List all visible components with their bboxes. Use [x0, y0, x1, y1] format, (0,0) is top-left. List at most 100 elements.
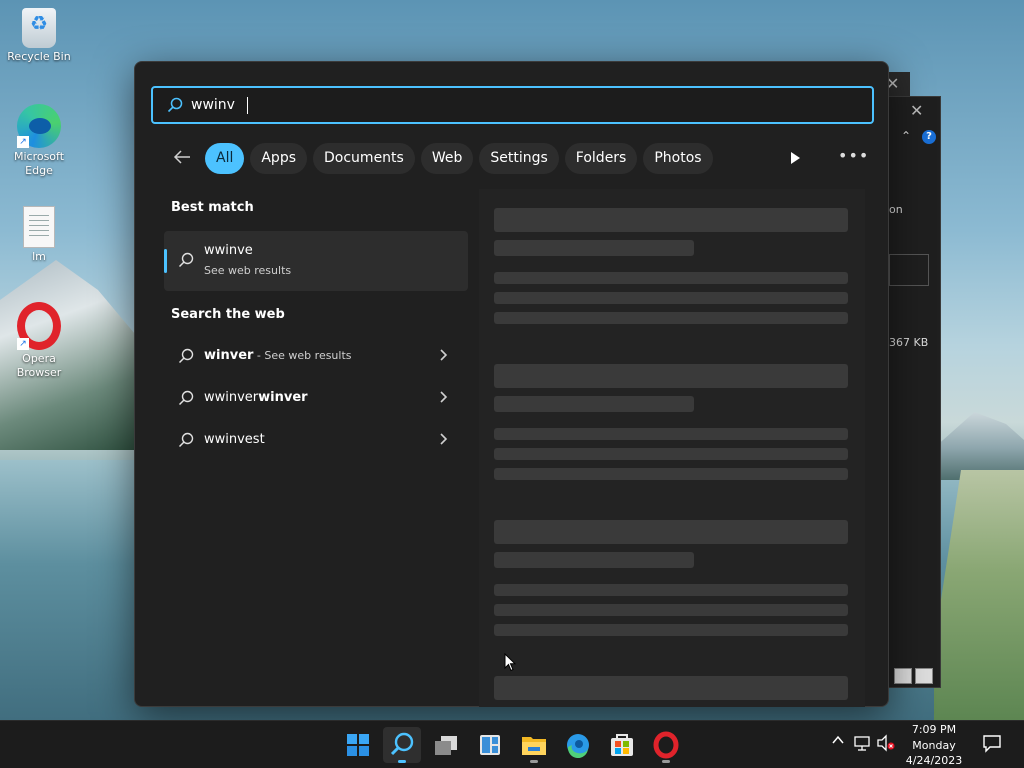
text-caret [247, 97, 248, 114]
preview-view-icon[interactable] [915, 668, 933, 684]
loading-placeholder [494, 468, 848, 480]
chevron-up-icon[interactable] [831, 733, 845, 751]
opera-icon: ↗ [17, 302, 61, 350]
running-indicator [662, 760, 670, 763]
close-icon[interactable]: ✕ [910, 101, 923, 120]
search-filters: All Apps Documents Web Settings Folders … [205, 143, 713, 174]
desktop-icon-opera[interactable]: ↗ Opera Browser [4, 302, 74, 380]
text-file-icon [23, 206, 55, 248]
loading-placeholder [494, 604, 848, 616]
background-explorer-window[interactable] [885, 96, 941, 688]
chevron-right-icon [440, 391, 448, 403]
edge-icon: ↗ [17, 104, 61, 148]
web-suggestion-wwinverwinver[interactable]: wwinverwinver [164, 378, 468, 418]
loading-placeholder [494, 292, 848, 304]
loading-placeholder [494, 552, 694, 568]
search-icon [178, 348, 194, 364]
more-options-icon[interactable]: ••• [838, 146, 869, 165]
search-icon [178, 432, 194, 448]
background-window-label: on [889, 203, 903, 216]
search-icon [178, 390, 194, 406]
taskbar: 7:09 PM Monday 4/24/2023 [0, 720, 1024, 768]
desktop-icon-lm[interactable]: lm [4, 206, 74, 264]
search-icon [167, 97, 183, 113]
desktop-icon-label: Microsoft Edge [13, 150, 65, 177]
file-size-text: 367 KB [889, 336, 929, 349]
play-icon[interactable] [787, 150, 803, 166]
filter-settings[interactable]: Settings [479, 143, 559, 174]
background-window-field[interactable] [889, 254, 929, 286]
desktop-icon-recycle-bin[interactable]: Recycle Bin [4, 8, 74, 64]
opera-taskbar-button[interactable] [647, 727, 685, 763]
best-match-item[interactable]: wwinve See web results [164, 231, 468, 291]
clock-date: 4/24/2023 [905, 754, 963, 767]
chevron-right-icon [440, 433, 448, 445]
filter-all[interactable]: All [205, 143, 245, 174]
edge-taskbar-button[interactable] [559, 727, 597, 763]
active-indicator [398, 760, 406, 763]
selection-indicator [164, 249, 167, 273]
best-match-subtitle: See web results [204, 264, 292, 277]
loading-placeholder [494, 240, 694, 256]
loading-placeholder [494, 584, 848, 596]
search-input[interactable] [191, 94, 841, 116]
shortcut-arrow-icon: ↗ [17, 338, 29, 350]
notification-icon[interactable] [982, 733, 1002, 757]
desktop-icon-label: lm [32, 250, 46, 263]
search-icon [390, 732, 414, 756]
desktop-icon-label: Recycle Bin [7, 50, 71, 63]
loading-placeholder [494, 208, 848, 232]
filter-folders[interactable]: Folders [564, 143, 638, 174]
web-suggestion-text: wwinverwinver [204, 390, 308, 405]
wallpaper-mountain-right [934, 412, 1024, 480]
web-suggestion-winver[interactable]: winver - See web results [164, 336, 468, 376]
task-view-icon [435, 736, 457, 755]
help-icon[interactable]: ? [922, 130, 936, 144]
clock-day: Monday [912, 738, 956, 752]
loading-placeholder [494, 364, 848, 388]
store-icon [611, 734, 633, 756]
best-match-heading: Best match [171, 200, 254, 215]
filter-documents[interactable]: Documents [313, 143, 415, 174]
details-view-icon[interactable] [894, 668, 912, 684]
filter-web[interactable]: Web [420, 143, 474, 174]
search-box[interactable] [151, 86, 874, 124]
clock-time: 7:09 PM [911, 723, 957, 736]
widgets-button[interactable] [471, 727, 509, 763]
loading-placeholder [494, 428, 848, 440]
web-suggestion-text: winver - See web results [204, 348, 352, 363]
start-icon [347, 734, 369, 756]
back-arrow-icon[interactable] [173, 148, 197, 172]
web-suggestion-text: wwinvest [204, 432, 265, 447]
edge-icon [567, 734, 589, 759]
shortcut-arrow-icon: ↗ [17, 136, 29, 148]
search-web-heading: Search the web [171, 307, 285, 322]
file-explorer-button[interactable] [515, 727, 553, 763]
chevron-right-icon [440, 349, 448, 361]
filter-photos[interactable]: Photos [643, 143, 713, 174]
network-icon[interactable] [853, 734, 871, 756]
web-suggestion-wwinvest[interactable]: wwinvest [164, 420, 468, 460]
preview-pane-loading [479, 189, 865, 707]
loading-placeholder [494, 520, 848, 544]
store-button[interactable] [603, 727, 641, 763]
filter-apps[interactable]: Apps [250, 143, 308, 174]
search-icon [178, 252, 194, 268]
mouse-cursor-icon [504, 653, 516, 672]
taskbar-search-button[interactable] [383, 727, 421, 763]
loading-placeholder [494, 448, 848, 460]
loading-placeholder [494, 676, 848, 700]
desktop-icon-label: Opera Browser [16, 352, 62, 379]
chevron-up-icon[interactable]: ⌃ [901, 129, 911, 143]
loading-placeholder [494, 396, 694, 412]
start-button[interactable] [339, 727, 377, 763]
desktop-icon-edge[interactable]: ↗ Microsoft Edge [4, 104, 74, 178]
taskbar-clock[interactable]: 7:09 PM Monday 4/24/2023 [898, 721, 970, 768]
recycle-bin-icon [22, 8, 56, 48]
task-view-button[interactable] [427, 727, 465, 763]
volume-muted-icon[interactable] [876, 734, 896, 756]
file-explorer-icon [522, 737, 546, 755]
loading-placeholder [494, 312, 848, 324]
loading-placeholder [494, 272, 848, 284]
opera-icon [653, 731, 679, 759]
